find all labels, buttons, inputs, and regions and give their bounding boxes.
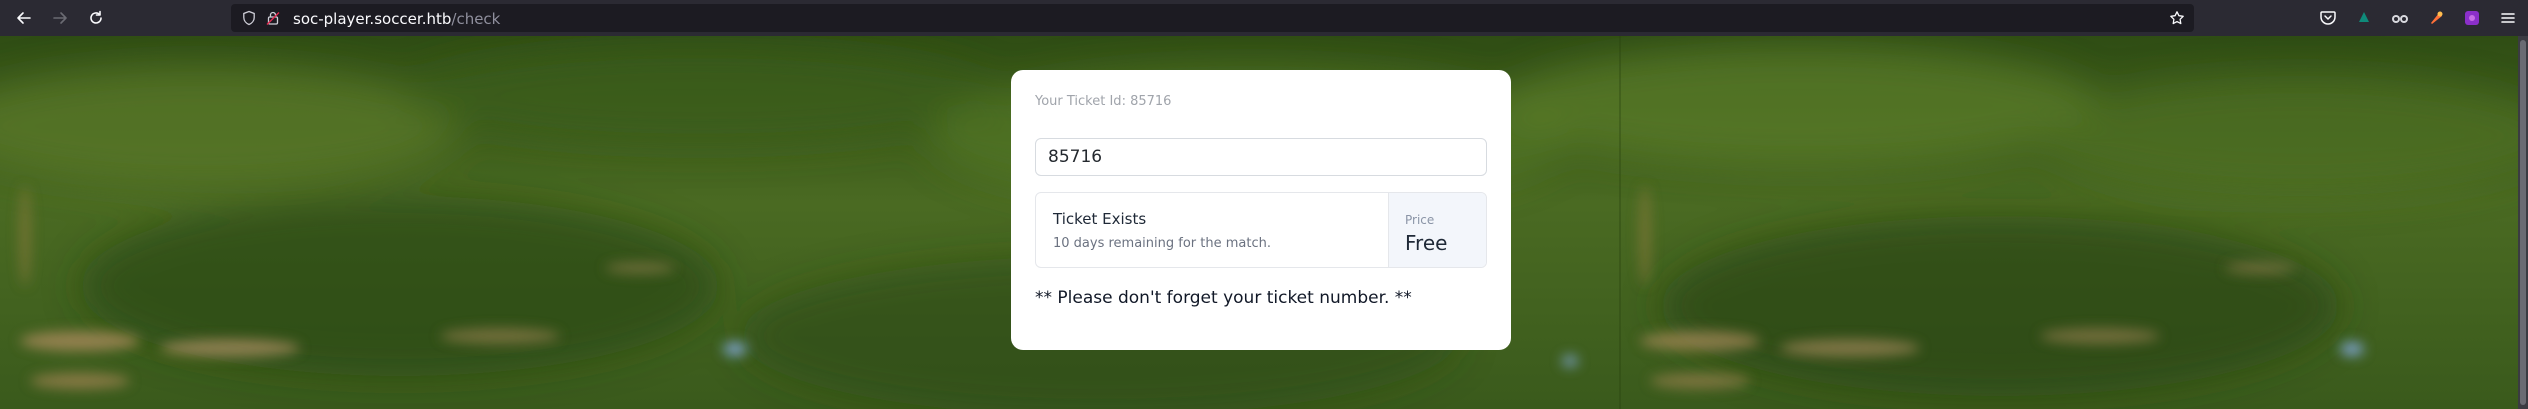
extension-icon[interactable] <box>2426 8 2446 28</box>
ticket-status-info: Ticket Exists 10 days remaining for the … <box>1036 193 1388 267</box>
bookmark-star-icon[interactable] <box>2169 10 2185 26</box>
price-value: Free <box>1405 231 1448 255</box>
scrollbar-thumb[interactable] <box>2520 40 2526 405</box>
ticket-id-input[interactable] <box>1035 138 1487 176</box>
url-bar[interactable]: soc-player.soccer.htb/check <box>231 4 2194 32</box>
ticket-check-card: Your Ticket Id: 85716 Ticket Exists 10 d… <box>1011 70 1511 350</box>
extension-icon[interactable] <box>2462 8 2482 28</box>
shield-icon[interactable] <box>241 10 257 26</box>
extension-icon[interactable] <box>2390 8 2410 28</box>
browser-toolbar: soc-player.soccer.htb/check <box>0 0 2528 36</box>
forward-arrow-icon[interactable] <box>48 6 72 30</box>
price-panel: Price Free <box>1388 193 1486 267</box>
url-text[interactable]: soc-player.soccer.htb/check <box>293 10 500 28</box>
ticket-id-label: Your Ticket Id: 85716 <box>1035 94 1172 109</box>
ticket-status-box: Ticket Exists 10 days remaining for the … <box>1035 192 1487 268</box>
reload-icon[interactable] <box>84 6 108 30</box>
lock-icon[interactable] <box>265 10 281 26</box>
price-label: Price <box>1405 213 1435 227</box>
back-arrow-icon[interactable] <box>12 6 36 30</box>
page-scrollbar[interactable] <box>2518 36 2528 409</box>
ticket-status-title: Ticket Exists <box>1053 210 1147 228</box>
url-host: soc-player.soccer.htb <box>293 10 452 28</box>
ticket-status-subtitle: 10 days remaining for the match. <box>1053 236 1271 251</box>
ticket-reminder-text: ** Please don't forget your ticket numbe… <box>1035 288 1412 308</box>
extension-icon[interactable] <box>2354 8 2374 28</box>
menu-icon[interactable] <box>2498 8 2518 28</box>
pocket-icon[interactable] <box>2318 8 2338 28</box>
url-path: /check <box>451 10 501 28</box>
